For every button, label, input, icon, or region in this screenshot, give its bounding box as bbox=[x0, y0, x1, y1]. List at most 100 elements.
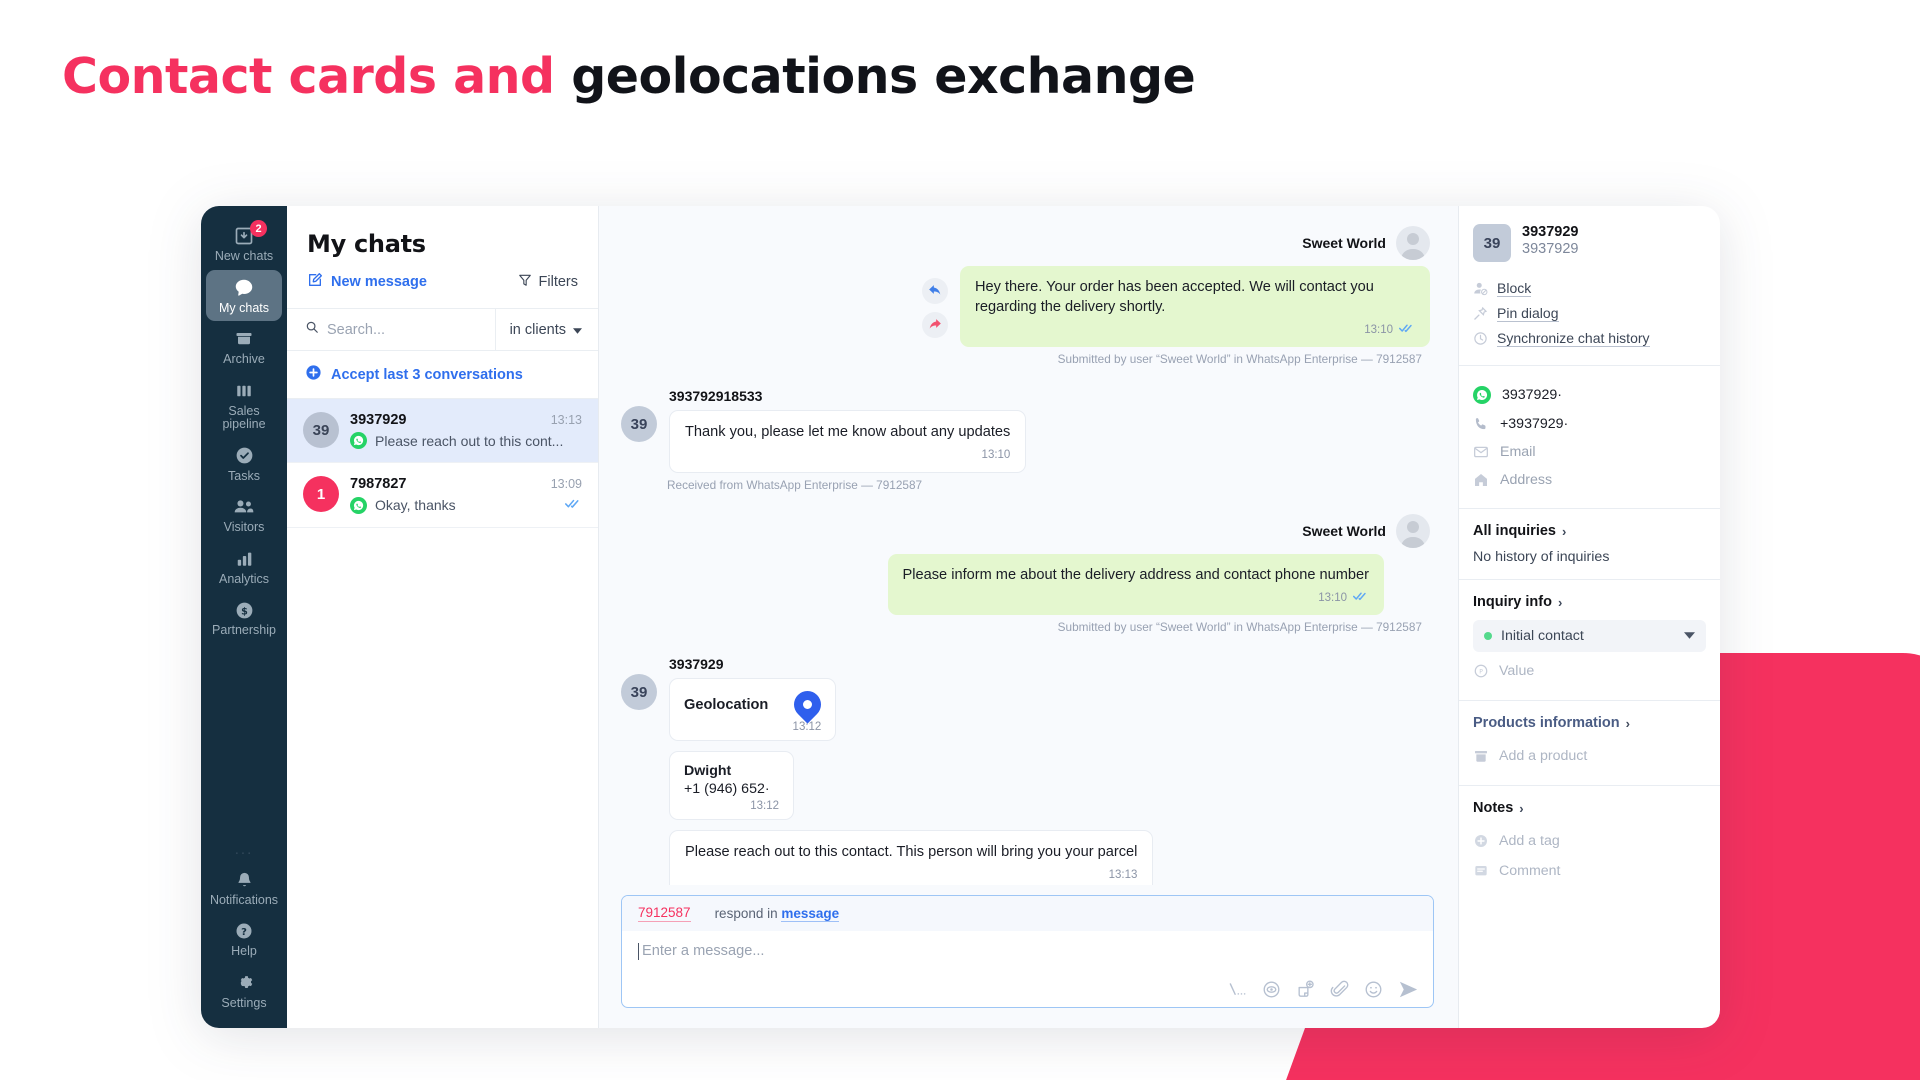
contact-card[interactable]: Dwight +1 (946) 652· 13:12 bbox=[669, 751, 794, 820]
stage-status-dot bbox=[1484, 632, 1492, 640]
message-row: 39 393792918533 Thank you, please let me… bbox=[621, 388, 1430, 473]
products-information-section: Products information › Add a product bbox=[1459, 700, 1720, 785]
contact-email-row[interactable]: Email bbox=[1473, 438, 1706, 466]
reply-icon[interactable] bbox=[922, 278, 948, 304]
sidebar-item-my-chats[interactable]: My chats bbox=[206, 270, 282, 322]
search-input[interactable] bbox=[327, 322, 495, 338]
comment-button[interactable]: Comment bbox=[1473, 856, 1706, 886]
sidebar-item-label: Sales pipeline bbox=[206, 405, 282, 432]
filters-button[interactable]: Filters bbox=[518, 273, 578, 291]
signature-icon[interactable] bbox=[1228, 982, 1247, 997]
all-inquiries-section: All inquiries › No history of inquiries bbox=[1459, 508, 1720, 579]
inquiry-value-field[interactable]: P Value bbox=[1473, 656, 1706, 686]
chat-list-item[interactable]: 1 7987827 13:09 Okay, thanks bbox=[287, 463, 598, 528]
chat-list-item-name: 7987827 bbox=[350, 476, 406, 492]
price-tag-icon: P bbox=[1473, 663, 1489, 679]
sidebar-item-label: Help bbox=[231, 945, 257, 959]
svg-text:P: P bbox=[1479, 668, 1483, 675]
contact-phone-value: +3937929· bbox=[1500, 416, 1568, 432]
message-bubble: Thank you, please let me know about any … bbox=[669, 410, 1026, 473]
search-scope-select[interactable]: in clients bbox=[495, 309, 598, 350]
contact-name: 3937929 bbox=[1522, 224, 1578, 240]
archive-icon bbox=[234, 328, 254, 350]
products-information-label: Products information bbox=[1473, 715, 1620, 731]
chat-bubble-icon bbox=[233, 277, 255, 299]
sidebar-item-help[interactable]: ? Help bbox=[206, 913, 282, 965]
message-composer: 7912587 respond in message Enter a messa… bbox=[621, 895, 1434, 1008]
all-inquiries-title[interactable]: All inquiries › bbox=[1473, 523, 1706, 539]
new-message-button[interactable]: New message bbox=[307, 272, 427, 292]
sidebar-more-icon[interactable]: ... bbox=[201, 841, 287, 862]
add-tag-label: Add a tag bbox=[1499, 833, 1560, 849]
contact-info-names: 3937929 3937929 bbox=[1522, 224, 1578, 262]
sidebar-item-notifications[interactable]: Notifications bbox=[206, 862, 282, 914]
chat-list-item-time: 13:13 bbox=[551, 413, 582, 427]
inquiry-info-label: Inquiry info bbox=[1473, 594, 1552, 610]
sidebar-item-sales-pipeline[interactable]: Sales pipeline bbox=[206, 373, 282, 438]
avatar bbox=[1396, 514, 1430, 548]
composer-channel-number[interactable]: 7912587 bbox=[638, 905, 691, 922]
attachment-icon[interactable] bbox=[1330, 980, 1349, 999]
chevron-right-icon: › bbox=[1626, 716, 1630, 731]
add-tag-button[interactable]: Add a tag bbox=[1473, 826, 1706, 856]
check-circle-icon bbox=[234, 445, 255, 467]
chat-list-item-time: 13:09 bbox=[551, 477, 582, 491]
search-field-wrap[interactable] bbox=[287, 309, 495, 350]
emoji-icon[interactable] bbox=[1364, 980, 1383, 999]
whatsapp-icon bbox=[350, 497, 367, 514]
pin-dialog-action[interactable]: Pin dialog bbox=[1473, 301, 1706, 326]
contact-whatsapp-row[interactable]: 3937929· bbox=[1473, 380, 1706, 410]
message-footer: 13:10 bbox=[685, 445, 1010, 465]
notes-title[interactable]: Notes › bbox=[1473, 800, 1706, 816]
sidebar-item-label: Archive bbox=[223, 353, 265, 367]
contact-address-value: Address bbox=[1500, 472, 1552, 488]
add-product-button[interactable]: Add a product bbox=[1473, 741, 1706, 771]
sidebar-item-label: Analytics bbox=[219, 573, 269, 587]
compose-icon bbox=[307, 272, 323, 292]
sticker-icon[interactable] bbox=[1296, 980, 1315, 999]
message-author: 393792918533 bbox=[669, 388, 762, 404]
send-icon[interactable] bbox=[1398, 980, 1419, 999]
read-receipt-icon bbox=[1399, 320, 1415, 340]
sidebar-item-archive[interactable]: Archive bbox=[206, 321, 282, 373]
inquiry-stage-select[interactable]: Initial contact bbox=[1473, 620, 1706, 652]
sidebar-item-partnership[interactable]: $ Partnership bbox=[206, 592, 282, 644]
sidebar-item-label: Partnership bbox=[212, 624, 276, 638]
message-body: 393792918533 Thank you, please let me kn… bbox=[669, 388, 1026, 473]
message-text: Please reach out to this contact. This p… bbox=[685, 842, 1137, 862]
forward-icon[interactable] bbox=[922, 312, 948, 338]
sidebar-item-visitors[interactable]: Visitors bbox=[206, 489, 282, 541]
message-body: 3937929 Geolocation 13:12 bbox=[669, 656, 1153, 885]
sync-history-action[interactable]: Synchronize chat history bbox=[1473, 326, 1706, 351]
avatar: 39 bbox=[1473, 224, 1511, 262]
accept-conversations-button[interactable]: Accept last 3 conversations bbox=[287, 351, 598, 399]
geolocation-label: Geolocation bbox=[684, 697, 768, 713]
respond-mode-value[interactable]: message bbox=[781, 906, 839, 922]
pipeline-icon bbox=[234, 380, 254, 402]
gear-icon bbox=[234, 972, 254, 994]
read-receipt-icon bbox=[565, 496, 582, 514]
eye-icon[interactable] bbox=[1262, 980, 1281, 999]
notes-label: Notes bbox=[1473, 800, 1513, 816]
geolocation-card[interactable]: Geolocation 13:12 bbox=[669, 678, 836, 741]
inquiry-info-section: Inquiry info › Initial contact P Value bbox=[1459, 579, 1720, 700]
chat-list-title: My chats bbox=[287, 206, 598, 258]
inquiry-info-title[interactable]: Inquiry info › bbox=[1473, 594, 1706, 610]
sidebar-item-settings[interactable]: Settings bbox=[206, 965, 282, 1017]
contact-info-panel: 39 3937929 3937929 Block Pin d bbox=[1459, 206, 1720, 1028]
chat-list-item-top: 7987827 13:09 bbox=[350, 476, 582, 492]
sidebar-item-analytics[interactable]: Analytics bbox=[206, 541, 282, 593]
chat-list-item[interactable]: 39 3937929 13:13 Please reach out to thi… bbox=[287, 399, 598, 463]
sidebar-nav: 2 New chats My chats Archive bbox=[201, 206, 287, 1028]
contact-phone-row[interactable]: +3937929· bbox=[1473, 410, 1706, 438]
composer-body[interactable]: Enter a message... bbox=[622, 931, 1433, 1007]
sync-history-label: Synchronize chat history bbox=[1497, 330, 1650, 347]
products-information-title[interactable]: Products information › bbox=[1473, 715, 1706, 731]
block-action[interactable]: Block bbox=[1473, 276, 1706, 301]
add-product-label: Add a product bbox=[1499, 748, 1587, 764]
message-bubble: Please inform me about the delivery addr… bbox=[888, 554, 1384, 615]
contact-address-row[interactable]: Address bbox=[1473, 466, 1706, 494]
pin-dialog-label: Pin dialog bbox=[1497, 305, 1559, 322]
sidebar-item-new-chats[interactable]: 2 New chats bbox=[206, 218, 282, 270]
sidebar-item-tasks[interactable]: Tasks bbox=[206, 438, 282, 490]
